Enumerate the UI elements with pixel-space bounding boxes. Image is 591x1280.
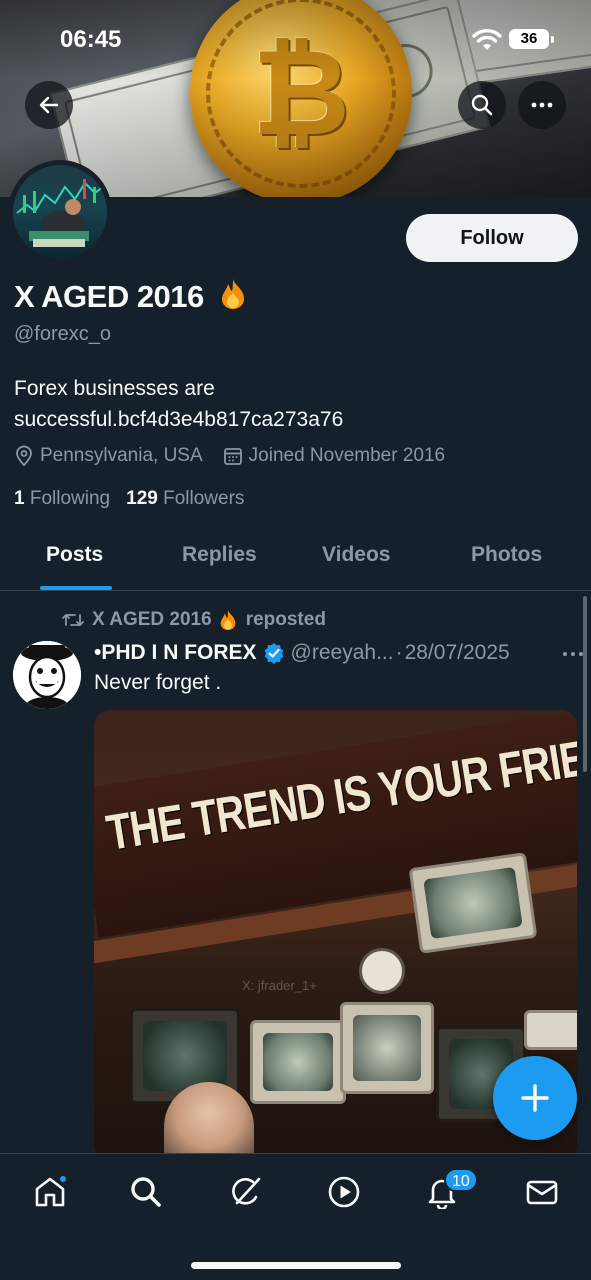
notifications-badge: 10 xyxy=(444,1168,478,1192)
nav-search[interactable] xyxy=(122,1170,170,1214)
play-icon xyxy=(328,1176,360,1208)
nav-grok[interactable] xyxy=(222,1170,270,1214)
battery-indicator: 36 xyxy=(509,29,554,49)
post-date[interactable]: 28/07/2025 xyxy=(405,641,510,665)
status-bar: 06:45 36 xyxy=(0,24,591,56)
display-name-text: X AGED 2016 xyxy=(14,279,204,314)
post-separator: · xyxy=(395,641,403,664)
calendar-icon xyxy=(223,448,242,465)
home-notification-dot xyxy=(58,1174,68,1184)
nav-notifications[interactable]: 10 xyxy=(418,1168,478,1214)
more-icon xyxy=(563,652,583,656)
nav-video[interactable] xyxy=(320,1170,368,1214)
computer-unit xyxy=(524,1010,577,1050)
follow-button[interactable]: Follow xyxy=(406,214,578,262)
profile-joined-date: Joined November 2016 xyxy=(248,445,446,466)
tv-monitor xyxy=(408,852,538,954)
repost-by-name: X AGED 2016 xyxy=(92,609,212,630)
tab-posts[interactable]: Posts xyxy=(46,543,103,567)
bottom-navigation: 10 xyxy=(0,1153,591,1280)
home-indicator[interactable] xyxy=(191,1262,401,1269)
location-pin-icon xyxy=(16,445,32,467)
post-text: Never forget . xyxy=(94,671,222,694)
following-link[interactable]: 1 Following xyxy=(14,488,110,509)
plus-icon xyxy=(521,1084,549,1112)
post-more-button[interactable] xyxy=(562,637,584,663)
compose-post-button[interactable] xyxy=(493,1056,577,1140)
profile-location: Pennsylvania, USA xyxy=(40,445,203,466)
tab-photos[interactable]: Photos xyxy=(471,543,542,567)
profile-handle: @forexc_o xyxy=(14,323,112,345)
nav-home[interactable] xyxy=(26,1170,74,1214)
following-label: Following xyxy=(29,488,111,509)
more-icon xyxy=(531,102,553,108)
back-button[interactable] xyxy=(25,81,73,129)
active-tab-indicator xyxy=(40,586,112,590)
post-header: •PHD I N FOREX @reeyah... · 28/07/2025 xyxy=(94,639,584,667)
post-author-name[interactable]: •PHD I N FOREX xyxy=(94,641,257,665)
followers-link[interactable]: 129 Followers xyxy=(126,488,244,509)
following-count: 1 xyxy=(14,488,25,509)
verified-badge-icon xyxy=(264,643,283,664)
arrow-left-icon xyxy=(39,96,59,114)
wifi-icon xyxy=(472,29,502,50)
avatar-image xyxy=(16,179,106,247)
search-icon xyxy=(131,1177,161,1207)
repost-indicator[interactable]: X AGED 2016 reposted xyxy=(62,609,326,631)
profile-tabs: Posts Replies Videos Photos xyxy=(0,527,591,591)
fire-emoji-icon xyxy=(220,610,236,630)
image-watermark: X: jfrader_1+ xyxy=(242,978,317,993)
profile-follow-counts: 1 Following 129 Followers xyxy=(14,488,244,510)
mail-icon xyxy=(526,1180,558,1205)
profile-bio: Forex businesses are successful.bcf4d3e4… xyxy=(14,377,344,431)
repost-icon xyxy=(62,614,84,626)
person-in-photo xyxy=(164,1082,254,1160)
tab-videos[interactable]: Videos xyxy=(322,543,390,567)
tv-monitor xyxy=(340,1002,434,1094)
repost-label: reposted xyxy=(245,609,326,630)
search-icon xyxy=(471,94,493,116)
fire-emoji-icon xyxy=(221,279,244,309)
tab-replies[interactable]: Replies xyxy=(182,543,257,567)
scrollbar[interactable] xyxy=(583,596,587,772)
avatar-image xyxy=(13,641,81,709)
status-time: 06:45 xyxy=(60,26,122,53)
profile-meta: Pennsylvania, USA Joined November 2016 xyxy=(14,445,465,467)
profile-display-name: X AGED 2016 xyxy=(14,278,248,315)
wall-clock xyxy=(359,948,405,994)
search-button[interactable] xyxy=(458,81,506,129)
more-options-button[interactable] xyxy=(518,81,566,129)
followers-count: 129 xyxy=(126,488,158,509)
post-author-avatar[interactable] xyxy=(13,641,81,709)
profile-avatar[interactable] xyxy=(8,160,112,264)
grok-icon xyxy=(232,1177,261,1205)
post-author-handle[interactable]: @reeyah... xyxy=(291,641,394,665)
nav-messages[interactable] xyxy=(518,1170,566,1214)
followers-label: Followers xyxy=(163,488,245,509)
tv-monitor xyxy=(250,1020,346,1104)
